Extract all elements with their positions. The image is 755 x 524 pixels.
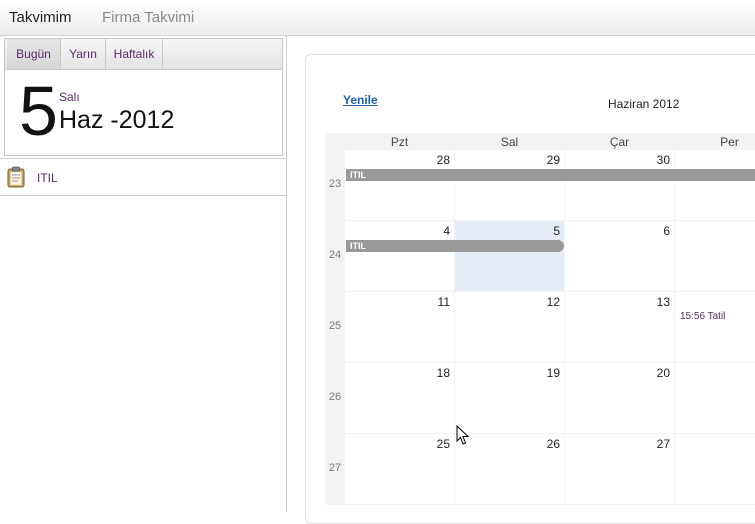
week-number: 27 [328,462,342,474]
weekday-header-tue: Sal [500,135,519,149]
today-day-number: 5 [19,72,58,150]
weekday-header-thu: Per [720,135,739,149]
day-number: 28 [436,153,450,167]
day-number: 29 [546,153,560,167]
day-cell[interactable]: 26 [455,434,564,504]
day-cell[interactable]: 4 [345,221,454,291]
event-bar[interactable]: ITIL [346,169,755,181]
event-label[interactable]: 15:56 Tatil [680,311,725,322]
day-cell[interactable]: 19 [455,363,564,433]
day-cell-today[interactable]: 5 [455,221,564,291]
day-cell[interactable] [675,434,755,504]
list-item[interactable]: ITIL [0,158,286,196]
day-cell[interactable]: 25 [345,434,454,504]
day-cell[interactable]: 11 [345,292,454,362]
day-number: 18 [436,366,450,380]
list-item-label: ITIL [37,171,58,185]
event-bar[interactable]: ITIL [346,240,564,252]
day-cell[interactable]: 27 [565,434,674,504]
left-panel: Bugün Yarın Haftalık 5 Salı Haz -2012 IT… [0,36,287,512]
week-number: 24 [328,249,342,261]
day-tabs: Bugün Yarın Haftalık [5,39,282,70]
day-number: 27 [656,437,670,451]
day-cell[interactable] [675,292,755,362]
week-number: 23 [328,178,342,190]
day-cell[interactable]: 13 [565,292,674,362]
tab-tomorrow[interactable]: Yarın [61,39,106,69]
day-cell[interactable]: 12 [455,292,564,362]
calendar-title: Haziran 2012 [608,97,680,111]
day-number: 30 [656,153,670,167]
week-number: 26 [328,391,342,403]
weekday-header-wed: Çar [609,135,630,149]
mouse-cursor-icon [456,425,470,445]
day-cell[interactable]: 20 [565,363,674,433]
day-number: 6 [663,224,670,238]
today-day-name: Salı [59,90,80,104]
day-cell[interactable] [675,363,755,433]
day-cell[interactable]: 28 [345,150,454,220]
day-number: 26 [546,437,560,451]
day-cell[interactable]: 30 [565,150,674,220]
tab-weekly[interactable]: Haftalık [106,39,163,69]
week-number: 25 [328,320,342,332]
day-cell[interactable]: 18 [345,363,454,433]
day-number: 12 [546,295,560,309]
tab-today[interactable]: Bugün [7,39,61,69]
day-number: 5 [553,224,560,238]
day-cell[interactable]: 29 [455,150,564,220]
day-number: 20 [656,366,670,380]
day-number: 11 [437,295,450,309]
day-cell[interactable] [675,221,755,291]
day-number: 4 [443,224,450,238]
top-tab-bar: Takvimim Firma Takvimi [0,0,755,36]
today-month-year: Haz -2012 [59,106,175,134]
clipboard-icon [7,166,25,188]
tab-takvimim[interactable]: Takvimim [9,9,72,26]
day-number: 25 [436,437,450,451]
day-cell[interactable] [675,150,755,220]
refresh-link[interactable]: Yenile [343,93,378,107]
weekday-header-mon: Pzt [390,135,409,149]
day-cell[interactable]: 6 [565,221,674,291]
day-number: 13 [656,295,670,309]
day-view-box: Bugün Yarın Haftalık 5 Salı Haz -2012 [4,38,283,156]
tab-firma-takvimi[interactable]: Firma Takvimi [102,9,194,26]
day-number: 19 [546,366,560,380]
